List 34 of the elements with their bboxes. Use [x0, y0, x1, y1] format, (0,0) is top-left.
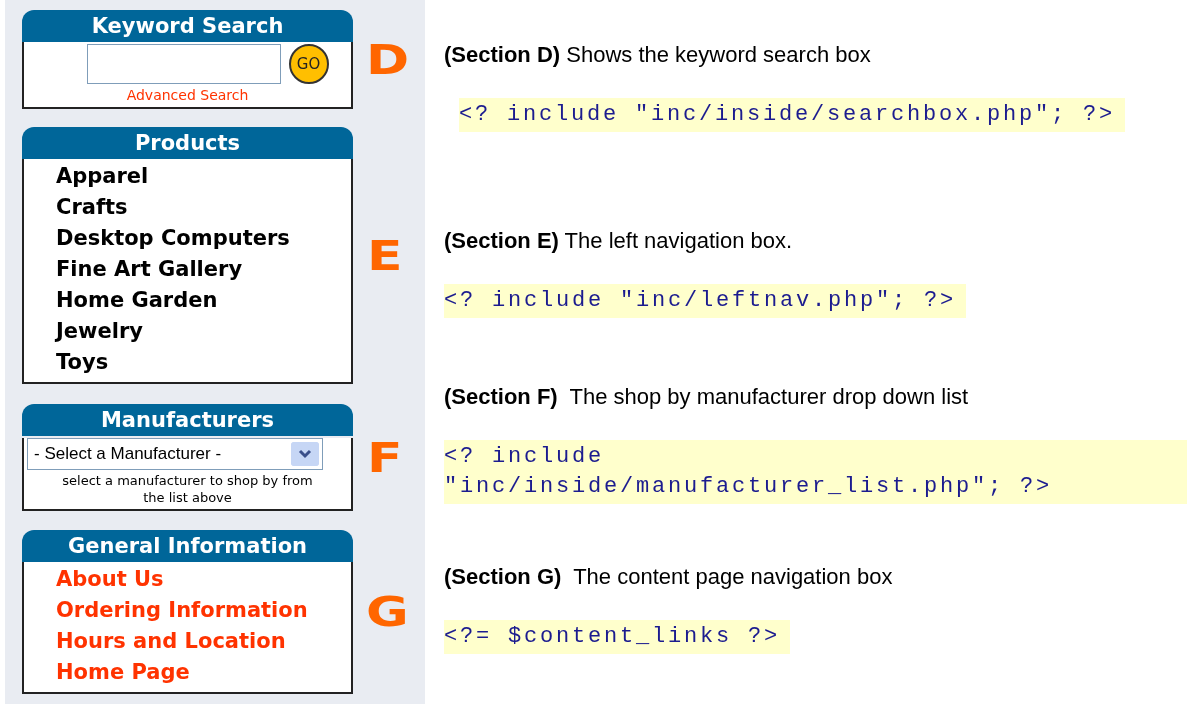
nav-link[interactable]: Toys	[56, 347, 351, 378]
nav-link[interactable]: Hours and Location	[56, 626, 351, 657]
manufacturer-select[interactable]: - Select a Manufacturer -	[27, 438, 323, 470]
section-description: (Section E) The left navigation box.	[444, 228, 794, 254]
go-button[interactable]: GO	[288, 44, 329, 84]
advanced-search-link[interactable]: Advanced Search	[24, 84, 351, 107]
search-field[interactable]	[86, 44, 281, 84]
nav-link[interactable]: About Us	[56, 564, 351, 595]
section-letter: F	[366, 434, 403, 481]
box-header: Manufacturers	[22, 404, 353, 436]
box-header: General Information	[22, 530, 353, 562]
section-description: (Section G) The content page navigation box	[444, 564, 894, 590]
section-description: (Section F) The shop by manufacturer drop down list	[444, 384, 970, 410]
nav-link[interactable]: Crafts	[56, 192, 351, 223]
nav-link[interactable]: Apparel	[56, 161, 351, 192]
select-value: - Select a Manufacturer -	[34, 444, 222, 464]
section-description: (Section D) Shows the keyword search box	[444, 42, 872, 68]
helper-text: select a manufacturer to shop by from the list above	[61, 472, 314, 507]
nav-link[interactable]: Ordering Information	[56, 595, 351, 626]
nav-link[interactable]: Jewelry	[56, 316, 351, 347]
nav-link[interactable]: Home Page	[56, 657, 351, 688]
nav-link[interactable]: Fine Art Gallery	[56, 254, 351, 285]
code-snippet: <? include "inc/leftnav.php"; ?>	[444, 284, 967, 318]
box-header: Keyword Search	[22, 10, 353, 42]
section-letter: D	[366, 36, 410, 83]
box-header: Products	[22, 127, 353, 159]
code-snippet: <? include "inc/inside/searchbox.php"; ?>	[459, 98, 1126, 132]
code-snippet: <? include "inc/inside/manufacturer_list.php"; ?>	[444, 440, 1187, 504]
nav-link[interactable]: Home Garden	[56, 285, 351, 316]
section-letter: E	[366, 232, 403, 279]
dropdown-icon[interactable]	[291, 442, 319, 466]
section-letter: G	[366, 589, 409, 635]
nav-link[interactable]: Desktop Computers	[56, 223, 351, 254]
code-snippet: <?= $content_links ?>	[444, 620, 791, 654]
